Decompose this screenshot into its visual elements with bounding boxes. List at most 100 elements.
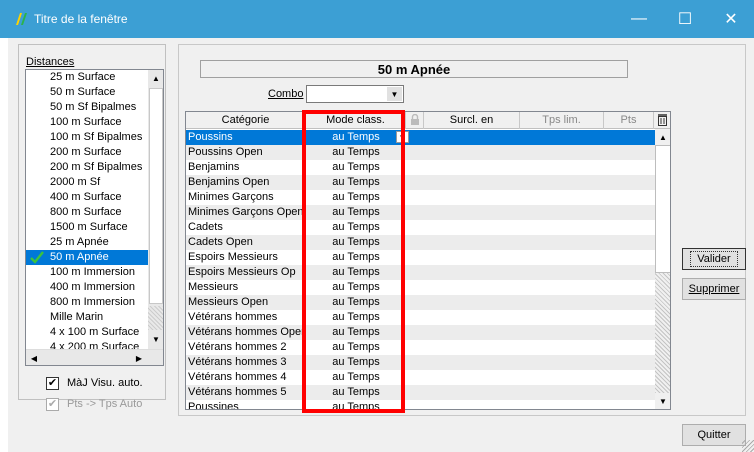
col-header-pts[interactable]: Pts (604, 112, 654, 129)
cell-mode-class[interactable]: au Temps (308, 385, 404, 400)
checkbox-label: Pts -> Tps Auto (67, 398, 143, 410)
col-header-categorie[interactable]: Catégorie (186, 112, 306, 129)
col-header-surcl[interactable]: Surcl. en (424, 112, 520, 129)
distances-hscrollbar[interactable]: ◀ ▶ (26, 349, 163, 365)
distance-item[interactable]: 800 m Immersion (26, 295, 148, 310)
auto-visu-checkbox[interactable]: ✔ MàJ Visu. auto. (46, 375, 143, 391)
distance-item[interactable]: 400 m Immersion (26, 280, 148, 295)
distance-label: 50 m Apnée (50, 251, 109, 263)
cell-mode-class[interactable]: au Temps (308, 145, 404, 160)
scroll-down-arrow-icon[interactable]: ▼ (656, 394, 670, 408)
distance-item[interactable]: 50 m Surface (26, 85, 148, 100)
cell-mode-class[interactable]: au Temps (308, 250, 404, 265)
cell-mode-class[interactable]: au Temps (308, 325, 404, 340)
table-row[interactable]: Poussins Open au Temps (186, 145, 655, 160)
cell-mode-class[interactable]: au Temps (308, 355, 404, 370)
distance-item[interactable]: 200 m Sf Bipalmes (26, 160, 148, 175)
scroll-up-arrow-icon[interactable]: ▲ (149, 71, 163, 85)
distance-item[interactable]: 4 x 100 m Surface (26, 325, 148, 340)
scroll-thumb[interactable] (149, 88, 163, 304)
distance-item[interactable]: 200 m Surface (26, 145, 148, 160)
scroll-up-arrow-icon[interactable]: ▲ (656, 130, 670, 144)
table-row[interactable]: Minimes Garçons au Temps (186, 190, 655, 205)
table-row[interactable]: Vétérans hommes Open au Temps (186, 325, 655, 340)
cell-categorie: Minimes Garçons Open (188, 206, 304, 218)
table-row[interactable]: Benjamins au Temps (186, 160, 655, 175)
cell-mode-class[interactable]: au Temps (308, 370, 404, 385)
table-row[interactable]: Vétérans hommes 4 au Temps (186, 370, 655, 385)
table-row[interactable]: Poussins au Temps ▼ (186, 130, 655, 145)
table-row[interactable]: Vétérans hommes 2 au Temps (186, 340, 655, 355)
distance-item[interactable]: 50 m Sf Bipalmes (26, 100, 148, 115)
cell-mode-class[interactable]: au Temps (308, 205, 404, 220)
cell-mode-class[interactable]: au Temps (308, 340, 404, 355)
scroll-track (655, 273, 670, 393)
chevron-down-icon[interactable]: ▼ (396, 131, 409, 143)
grid-vscrollbar[interactable]: ▲ ▼ (655, 129, 670, 409)
cell-mode-class[interactable]: au Temps (308, 265, 404, 280)
table-row[interactable]: Espoirs Messieurs au Temps (186, 250, 655, 265)
cell-mode-class[interactable]: au Temps (308, 190, 404, 205)
close-button[interactable]: ✕ (708, 0, 754, 38)
col-header-tps-lim[interactable]: Tps lim. (520, 112, 604, 129)
distance-item[interactable]: 2000 m Sf (26, 175, 148, 190)
distance-item[interactable]: 100 m Sf Bipalmes (26, 130, 148, 145)
cell-mode-class[interactable]: au Temps (308, 280, 404, 295)
scroll-left-arrow-icon[interactable]: ◀ (27, 351, 41, 365)
cell-mode-class[interactable]: au Temps (308, 160, 404, 175)
quitter-button[interactable]: Quitter (682, 424, 746, 446)
distance-item[interactable]: 800 m Surface (26, 205, 148, 220)
distances-vscrollbar[interactable]: ▲ ▼ (148, 70, 163, 349)
cell-categorie: Cadets Open (188, 236, 253, 248)
cell-mode-class[interactable]: au Temps (308, 220, 404, 235)
distance-item[interactable]: 100 m Immersion (26, 265, 148, 280)
table-row[interactable]: Messieurs au Temps (186, 280, 655, 295)
table-row[interactable]: Cadets Open au Temps (186, 235, 655, 250)
distance-item[interactable]: 400 m Surface (26, 190, 148, 205)
combo-label: Combo (268, 88, 304, 100)
distance-item[interactable]: 25 m Surface (26, 70, 148, 85)
cell-categorie: Vétérans hommes Open (188, 326, 306, 338)
col-header-mode[interactable]: Mode class. (306, 112, 406, 129)
table-row[interactable]: Benjamins Open au Temps (186, 175, 655, 190)
table-row[interactable]: Espoirs Messieurs Op au Temps (186, 265, 655, 280)
cell-mode-class[interactable]: au Temps (308, 310, 404, 325)
table-row[interactable]: Messieurs Open au Temps (186, 295, 655, 310)
distances-list[interactable]: 4 x 200 m Surface 4 x 100 m Surface Mille … (25, 69, 164, 366)
cell-mode-class[interactable]: au Temps (308, 175, 404, 190)
checkbox-box[interactable]: ✔ (46, 376, 59, 390)
table-row[interactable]: Poussines au Temps (186, 400, 655, 409)
column-chooser-icon[interactable] (654, 112, 670, 129)
table-row[interactable]: Minimes Garçons Open au Temps (186, 205, 655, 220)
table-row[interactable]: Vétérans hommes 3 au Temps (186, 355, 655, 370)
distance-label: 100 m Surface (50, 116, 122, 128)
scroll-thumb[interactable] (655, 145, 670, 273)
resize-grip[interactable] (742, 440, 754, 452)
combo-select[interactable]: ▼ (306, 85, 404, 103)
distance-label: 200 m Sf Bipalmes (50, 161, 143, 173)
cell-mode-class[interactable]: au Temps (308, 130, 404, 145)
grid-header: Catégorie Mode class. Surcl. en Tps lim.… (186, 112, 670, 129)
cell-categorie: Vétérans hommes 3 (188, 356, 287, 368)
distance-item[interactable]: 25 m Apnée (26, 235, 148, 250)
minimize-button[interactable]: — (616, 0, 662, 38)
distance-item[interactable]: 100 m Surface (26, 115, 148, 130)
table-row[interactable]: Vétérans hommes au Temps (186, 310, 655, 325)
table-row[interactable]: Cadets au Temps (186, 220, 655, 235)
scroll-down-arrow-icon[interactable]: ▼ (149, 332, 163, 346)
table-row[interactable]: Vétérans hommes 5 au Temps (186, 385, 655, 400)
cell-mode-class[interactable]: au Temps (308, 295, 404, 310)
valider-button[interactable]: Valider (682, 248, 746, 270)
maximize-button[interactable]: ☐ (662, 0, 708, 38)
distance-label: 25 m Apnée (50, 236, 109, 248)
cell-mode-class[interactable]: au Temps (308, 400, 404, 409)
distances-label: Distances (26, 56, 75, 68)
distance-item[interactable]: Mille Marin (26, 310, 148, 325)
cell-mode-class[interactable]: au Temps (308, 235, 404, 250)
supprimer-button[interactable]: Supprimer (682, 278, 746, 300)
distance-item[interactable]: 50 m Apnée (26, 250, 148, 265)
scroll-right-arrow-icon[interactable]: ▶ (132, 351, 146, 365)
categories-grid[interactable]: Catégorie Mode class. Surcl. en Tps lim.… (185, 111, 671, 410)
distance-item[interactable]: 1500 m Surface (26, 220, 148, 235)
chevron-down-icon[interactable]: ▼ (387, 87, 402, 101)
